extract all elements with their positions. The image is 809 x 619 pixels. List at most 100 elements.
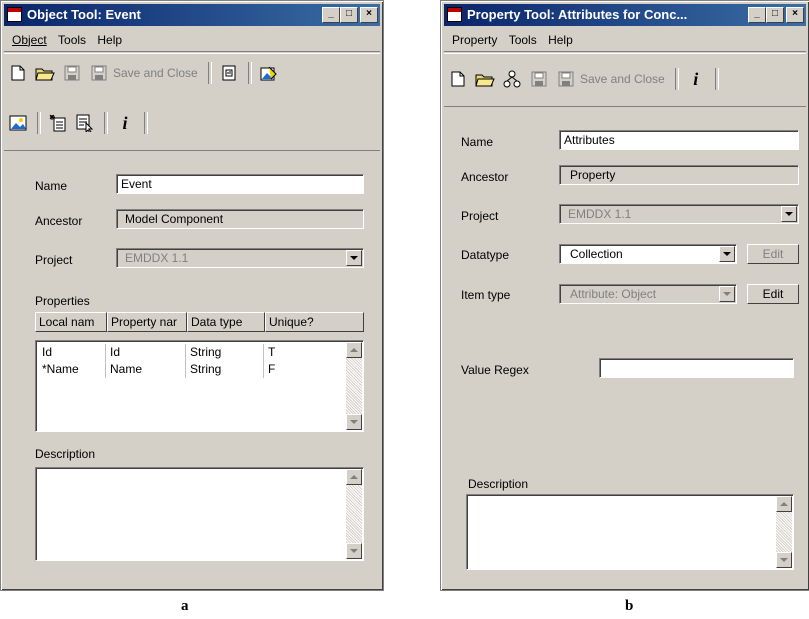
- figure-caption-a: a: [181, 598, 189, 614]
- scroll-down-icon[interactable]: [776, 552, 792, 568]
- column-header-data-type[interactable]: Data type: [187, 312, 265, 332]
- value-regex-label: Value Regex: [461, 363, 529, 377]
- description-label: Description: [468, 477, 529, 491]
- table-cell: String: [186, 361, 264, 378]
- datatype-label: Datatype: [461, 248, 510, 262]
- description-label: Description: [35, 447, 96, 461]
- item-type-select[interactable]: Attribute: Object: [559, 284, 737, 304]
- column-header-property-name[interactable]: Property nar: [107, 312, 187, 332]
- menu-tools[interactable]: Tools: [58, 29, 86, 51]
- new-document-icon[interactable]: [8, 63, 28, 83]
- picture-icon[interactable]: [8, 113, 28, 133]
- project-select[interactable]: EMDDX 1.1: [116, 248, 364, 268]
- save-and-close-button[interactable]: Save and Close: [113, 66, 198, 80]
- close-button[interactable]: ×: [360, 7, 378, 23]
- description-textarea[interactable]: [466, 494, 794, 570]
- item-type-label: Item type: [461, 288, 511, 302]
- table-cell: String: [186, 344, 264, 361]
- save-and-close-icon[interactable]: [89, 63, 109, 83]
- properties-table[interactable]: Id Id String T *Name Name String F: [35, 340, 364, 432]
- scroll-up-icon[interactable]: [346, 342, 362, 358]
- name-label: Name: [461, 135, 494, 149]
- name-input[interactable]: Attributes: [559, 130, 799, 150]
- properties-label: Properties: [35, 294, 90, 308]
- ancestor-label: Ancestor: [35, 214, 83, 228]
- open-folder-icon[interactable]: [35, 63, 55, 83]
- new-property-icon[interactable]: [48, 113, 68, 133]
- menu-bar: Object Tools Help: [4, 29, 380, 52]
- new-document-icon[interactable]: [448, 69, 468, 89]
- maximize-button[interactable]: □: [340, 7, 358, 23]
- item-type-edit-button[interactable]: Edit: [747, 284, 799, 304]
- save-icon[interactable]: [62, 63, 82, 83]
- project-select-value: EMDDX 1.1: [568, 207, 632, 221]
- save-and-close-button[interactable]: Save and Close: [580, 72, 665, 86]
- chevron-down-icon[interactable]: [719, 246, 735, 262]
- save-icon[interactable]: [529, 69, 549, 89]
- table-cell: Id: [38, 344, 106, 361]
- toolbar-separator: [714, 68, 719, 90]
- scroll-up-icon[interactable]: [776, 496, 792, 512]
- table-row[interactable]: Id Id String T: [38, 344, 324, 361]
- maximize-button[interactable]: □: [766, 7, 784, 23]
- property-tool-window: Property Tool: Attributes for Conc... _ …: [440, 0, 809, 591]
- chevron-down-icon[interactable]: [346, 250, 362, 266]
- object-tool-window: Object Tool: Event _ □ × Object Tools He…: [0, 0, 384, 591]
- report-icon[interactable]: [219, 63, 239, 83]
- menu-help[interactable]: Help: [548, 29, 573, 51]
- project-select[interactable]: EMDDX 1.1: [559, 204, 799, 224]
- ancestor-field: Property: [559, 165, 799, 185]
- app-icon: [7, 7, 22, 22]
- menu-bar: Property Tools Help: [444, 29, 806, 52]
- save-and-close-icon[interactable]: [556, 69, 576, 89]
- scroll-down-icon[interactable]: [346, 414, 362, 430]
- title-bar[interactable]: Property Tool: Attributes for Conc... _ …: [444, 4, 806, 26]
- datatype-select[interactable]: Collection: [559, 244, 737, 264]
- value-regex-input[interactable]: [599, 358, 794, 378]
- name-input[interactable]: Event: [116, 174, 364, 194]
- toolbar-separator: [104, 112, 108, 134]
- project-select-value: EMDDX 1.1: [125, 251, 189, 265]
- column-header-local-name[interactable]: Local nam: [35, 312, 107, 332]
- close-button[interactable]: ×: [786, 7, 804, 23]
- table-cell: F: [268, 362, 276, 376]
- minimize-button[interactable]: _: [322, 7, 340, 23]
- open-folder-icon[interactable]: [475, 69, 495, 89]
- toolbar-separator: [674, 68, 679, 90]
- menu-tools[interactable]: Tools: [509, 29, 537, 51]
- app-icon: [447, 7, 462, 22]
- hierarchy-icon[interactable]: [502, 69, 522, 89]
- scroll-down-icon[interactable]: [346, 543, 362, 559]
- datatype-select-value: Collection: [570, 247, 623, 261]
- description-scrollbar[interactable]: [346, 469, 362, 559]
- chevron-down-icon[interactable]: [719, 286, 735, 302]
- item-type-select-value: Attribute: Object: [570, 287, 657, 301]
- toolbar-separator: [37, 112, 41, 134]
- description-scrollbar[interactable]: [776, 496, 792, 568]
- menu-help[interactable]: Help: [97, 29, 122, 51]
- description-textarea[interactable]: [35, 467, 364, 561]
- project-label: Project: [35, 253, 73, 267]
- scroll-up-icon[interactable]: [346, 469, 362, 485]
- toolbar-separator: [144, 112, 148, 134]
- table-cell: *Name: [38, 361, 106, 378]
- menu-property[interactable]: Property: [452, 29, 497, 51]
- minimize-button[interactable]: _: [748, 7, 766, 23]
- window-title: Property Tool: Attributes for Conc...: [467, 7, 688, 22]
- diagram-view-icon[interactable]: [259, 63, 279, 83]
- properties-table-header: Local nam Property nar Data type Unique?: [35, 312, 364, 332]
- info-icon[interactable]: i: [686, 69, 706, 89]
- select-property-icon[interactable]: [75, 113, 95, 133]
- table-scrollbar[interactable]: [346, 342, 362, 430]
- ancestor-label: Ancestor: [461, 170, 509, 184]
- table-cell: Id: [106, 344, 186, 361]
- menu-object[interactable]: Object: [12, 29, 47, 51]
- table-cell: T: [268, 345, 276, 359]
- toolbar: Save and Close i: [444, 53, 806, 107]
- table-row[interactable]: *Name Name String F: [38, 361, 324, 378]
- chevron-down-icon[interactable]: [781, 206, 797, 222]
- title-bar[interactable]: Object Tool: Event _ □ ×: [4, 4, 380, 26]
- toolbar: Save and Close i: [4, 53, 380, 151]
- info-icon[interactable]: i: [115, 113, 135, 133]
- column-header-unique[interactable]: Unique?: [265, 312, 364, 332]
